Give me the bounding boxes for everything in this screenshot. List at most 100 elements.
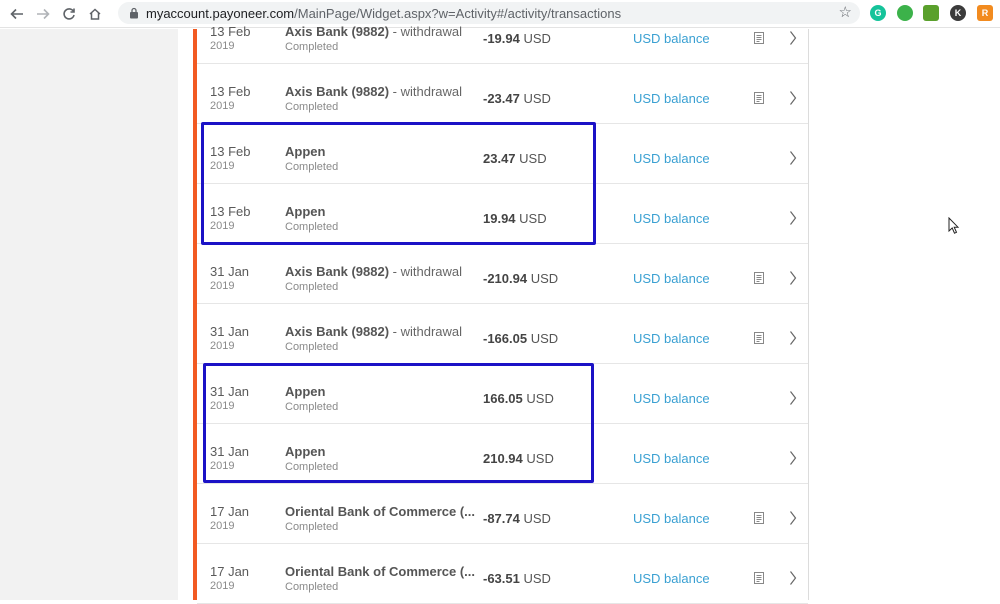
transaction-status: Completed	[285, 281, 339, 293]
transaction-payee: Axis Bank (9882)	[285, 324, 390, 339]
transaction-payee: Oriental Bank of Commerce (...	[285, 504, 475, 519]
transaction-type: - withdrawal	[389, 24, 463, 39]
k-extension-icon[interactable]: K	[950, 5, 966, 21]
transaction-row[interactable]: 31 Jan 2019 Axis Bank (9882) - withdrawal C…	[197, 304, 808, 364]
receipt-icon[interactable]	[753, 271, 765, 285]
transaction-date-day: 17 Jan	[210, 504, 250, 519]
r-extension-icon[interactable]: R	[977, 5, 993, 21]
home-icon	[89, 7, 101, 20]
transaction-description: Axis Bank (9882) - withdrawal	[285, 324, 462, 339]
grammarly-icon[interactable]: G	[870, 5, 886, 21]
forward-button[interactable]	[30, 1, 56, 27]
transaction-status: Completed	[285, 41, 339, 53]
balance-link[interactable]: USD balance	[633, 451, 710, 466]
panel-divider	[808, 29, 809, 600]
receipt-icon[interactable]	[753, 571, 765, 585]
grammarly-letter: G	[874, 8, 882, 18]
amount-currency: USD	[530, 271, 559, 286]
transaction-row[interactable]: 17 Jan 2019 Oriental Bank of Commerce (...…	[197, 544, 808, 604]
transaction-type: - withdrawal	[389, 264, 463, 279]
chevron-right-icon[interactable]	[789, 30, 797, 46]
transaction-status: Completed	[285, 341, 339, 353]
chevron-right-icon[interactable]	[789, 90, 797, 106]
transaction-date-year: 2019	[210, 100, 235, 112]
chevron-right-icon[interactable]	[789, 390, 797, 406]
receipt-icon[interactable]	[753, 331, 765, 345]
balance-link[interactable]: USD balance	[633, 211, 710, 226]
transaction-date-day: 13 Feb	[210, 24, 251, 39]
transaction-amount: -63.51 USD	[483, 571, 551, 586]
download-extension-icon[interactable]	[923, 5, 939, 21]
chevron-right-icon[interactable]	[789, 210, 797, 226]
transaction-amount: -87.74 USD	[483, 511, 551, 526]
transaction-date-year: 2019	[210, 340, 235, 352]
transaction-date-day: 17 Jan	[210, 564, 250, 579]
transaction-row[interactable]: 31 Jan 2019 Axis Bank (9882) - withdrawal C…	[197, 244, 808, 304]
transaction-payee: Axis Bank (9882)	[285, 24, 390, 39]
transaction-date-year: 2019	[210, 40, 235, 52]
transaction-amount: -23.47 USD	[483, 91, 551, 106]
transaction-amount: -166.05 USD	[483, 331, 558, 346]
transaction-type: - withdrawal	[389, 84, 463, 99]
transaction-date-day: 13 Feb	[210, 84, 251, 99]
r-extension-letter: R	[981, 8, 989, 18]
transaction-date-year: 2019	[210, 580, 235, 592]
balance-link[interactable]: USD balance	[633, 391, 710, 406]
amount-value: -19.94	[483, 31, 520, 46]
transaction-description: Axis Bank (9882) - withdrawal	[285, 84, 462, 99]
transactions-list: 13 Feb 2019 Axis Bank (9882) - withdrawal C…	[197, 4, 808, 604]
amount-value: -87.74	[483, 511, 520, 526]
transaction-description: Axis Bank (9882) - withdrawal	[285, 264, 462, 279]
transaction-date-year: 2019	[210, 520, 235, 532]
reload-button[interactable]	[56, 1, 82, 27]
transaction-date-day: 31 Jan	[210, 324, 250, 339]
highlight-box-jan	[203, 363, 594, 483]
transaction-date-day: 31 Jan	[210, 264, 250, 279]
transaction-row[interactable]: 13 Feb 2019 Axis Bank (9882) - withdrawal C…	[197, 4, 808, 64]
transaction-row[interactable]: 13 Feb 2019 Axis Bank (9882) - withdrawal C…	[197, 64, 808, 124]
arrow-left-icon	[10, 8, 23, 19]
home-button[interactable]	[82, 1, 108, 27]
receipt-icon[interactable]	[753, 511, 765, 525]
transaction-description: Oriental Bank of Commerce (...	[285, 504, 475, 519]
transaction-row[interactable]: 17 Jan 2019 Oriental Bank of Commerce (...…	[197, 484, 808, 544]
amount-value: -166.05	[483, 331, 528, 346]
transaction-status: Completed	[285, 581, 339, 593]
balance-link[interactable]: USD balance	[633, 151, 710, 166]
bookmark-star-icon[interactable]: ☆	[839, 5, 852, 21]
balance-link[interactable]: USD balance	[633, 31, 710, 46]
k-extension-letter: K	[954, 8, 962, 18]
transaction-amount: -210.94 USD	[483, 271, 558, 286]
arrow-right-icon	[37, 8, 50, 19]
receipt-icon[interactable]	[753, 91, 765, 105]
reload-icon	[63, 7, 75, 20]
chevron-right-icon[interactable]	[789, 570, 797, 586]
balance-link[interactable]: USD balance	[633, 511, 710, 526]
transaction-status: Completed	[285, 521, 339, 533]
transaction-description: Axis Bank (9882) - withdrawal	[285, 24, 462, 39]
chevron-right-icon[interactable]	[789, 270, 797, 286]
amount-value: -63.51	[483, 571, 520, 586]
balance-link[interactable]: USD balance	[633, 271, 710, 286]
mouse-cursor-icon	[948, 217, 960, 234]
amount-currency: USD	[523, 91, 551, 106]
amount-currency: USD	[523, 571, 551, 586]
transaction-payee: Axis Bank (9882)	[285, 264, 390, 279]
amount-currency: USD	[523, 511, 551, 526]
left-gray-area	[0, 29, 178, 600]
balance-link[interactable]: USD balance	[633, 571, 710, 586]
thumb-extension-icon[interactable]	[897, 5, 913, 21]
transaction-payee: Axis Bank (9882)	[285, 84, 390, 99]
amount-currency: USD	[530, 331, 559, 346]
highlight-box-feb	[201, 122, 596, 245]
back-button[interactable]	[4, 1, 30, 27]
chevron-right-icon[interactable]	[789, 150, 797, 166]
balance-link[interactable]: USD balance	[633, 91, 710, 106]
chevron-right-icon[interactable]	[789, 450, 797, 466]
transaction-date-year: 2019	[210, 280, 235, 292]
chevron-right-icon[interactable]	[789, 510, 797, 526]
transaction-description: Oriental Bank of Commerce (...	[285, 564, 475, 579]
chevron-right-icon[interactable]	[789, 330, 797, 346]
balance-link[interactable]: USD balance	[633, 331, 710, 346]
receipt-icon[interactable]	[753, 31, 765, 45]
